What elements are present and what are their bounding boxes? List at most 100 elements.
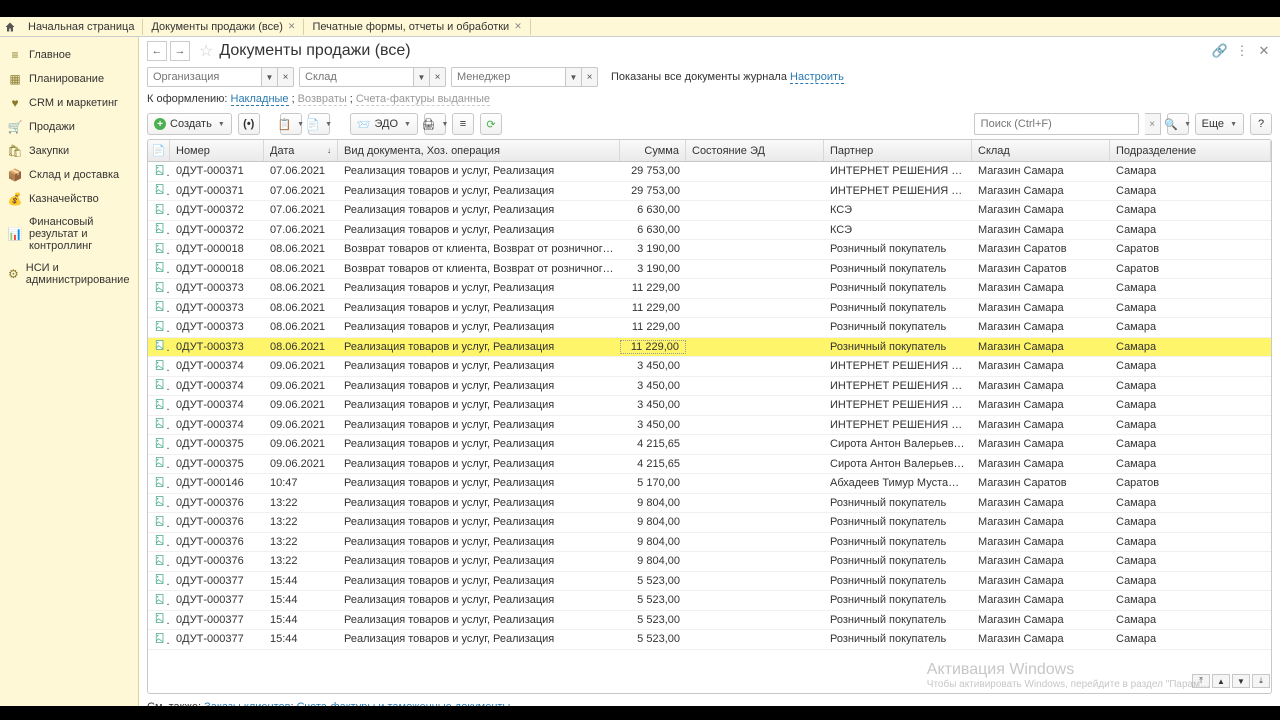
cell-doctype: Реализация товаров и услуг, Реализация xyxy=(338,302,620,314)
scroll-bottom-button[interactable]: ⤓ xyxy=(1252,674,1270,688)
tab-sales-docs[interactable]: Документы продажи (все)✕ xyxy=(143,19,304,35)
table-row[interactable]: 0ДУТ-000376 13:22 Реализация товаров и у… xyxy=(148,494,1271,514)
table-row[interactable]: 0ДУТ-000374 09.06.2021 Реализация товаро… xyxy=(148,357,1271,377)
returns-link[interactable]: Возвраты xyxy=(298,93,347,106)
organization-filter[interactable]: ▼ × xyxy=(147,67,294,87)
close-icon[interactable]: ✕ xyxy=(288,21,296,32)
table-row[interactable]: 0ДУТ-000371 07.06.2021 Реализация товаро… xyxy=(148,182,1271,202)
sidebar-item-4[interactable]: 🛍Закупки xyxy=(0,139,138,163)
table-row[interactable]: 0ДУТ-000373 08.06.2021 Реализация товаро… xyxy=(148,279,1271,299)
table-body[interactable]: 0ДУТ-000371 07.06.2021 Реализация товаро… xyxy=(148,162,1271,693)
row-icon xyxy=(148,437,170,452)
row-icon xyxy=(148,417,170,432)
column-date[interactable]: Дата↓ xyxy=(264,140,338,161)
table-header: 📄 Номер Дата↓ Вид документа, Хоз. операц… xyxy=(148,140,1271,162)
scroll-top-button[interactable]: ⤒ xyxy=(1192,674,1210,688)
clear-icon[interactable]: × xyxy=(278,67,294,87)
sidebar-item-2[interactable]: ♥CRM и маркетинг xyxy=(0,91,138,115)
clear-icon[interactable]: × xyxy=(582,67,598,87)
column-partner[interactable]: Партнер xyxy=(824,140,972,161)
row-icon xyxy=(148,495,170,510)
cell-number: 0ДУТ-000376 xyxy=(170,555,264,567)
sidebar-item-1[interactable]: ▦Планирование xyxy=(0,67,138,91)
sidebar-item-3[interactable]: 🛒Продажи xyxy=(0,115,138,139)
status-button[interactable]: (•) xyxy=(238,113,260,135)
table-row[interactable]: 0ДУТ-000376 13:22 Реализация товаров и у… xyxy=(148,513,1271,533)
table-row[interactable]: 0ДУТ-000374 09.06.2021 Реализация товаро… xyxy=(148,377,1271,397)
to-process-label: К оформлению: xyxy=(147,93,228,105)
cell-sum: 6 630,00 xyxy=(620,224,686,236)
table-row[interactable]: 0ДУТ-000375 09.06.2021 Реализация товаро… xyxy=(148,435,1271,455)
basis-button[interactable]: 📄▼ xyxy=(308,113,330,135)
column-doctype[interactable]: Вид документа, Хоз. операция xyxy=(338,140,620,161)
table-row[interactable]: 0ДУТ-000376 13:22 Реализация товаров и у… xyxy=(148,533,1271,553)
invoices-link[interactable]: Накладные xyxy=(231,93,289,106)
table-row[interactable]: 0ДУТ-000375 09.06.2021 Реализация товаро… xyxy=(148,455,1271,475)
tab-home[interactable]: Начальная страница xyxy=(20,19,143,35)
cell-date: 15:44 xyxy=(264,614,338,626)
sidebar-item-5[interactable]: 📦Склад и доставка xyxy=(0,163,138,187)
warehouse-filter[interactable]: ▼ × xyxy=(299,67,446,87)
print-button[interactable]: 🖨▼ xyxy=(424,113,446,135)
sidebar-item-6[interactable]: 💰Казначейство xyxy=(0,187,138,211)
cell-warehouse: Магазин Самара xyxy=(972,555,1110,567)
table-row[interactable]: 0ДУТ-000374 09.06.2021 Реализация товаро… xyxy=(148,396,1271,416)
cell-partner: Розничный покупатель xyxy=(824,243,972,255)
sidebar-item-0[interactable]: ≡Главное xyxy=(0,43,138,67)
column-sum[interactable]: Сумма xyxy=(620,140,686,161)
search-input[interactable] xyxy=(974,113,1139,135)
table-row[interactable]: 0ДУТ-000371 07.06.2021 Реализация товаро… xyxy=(148,162,1271,182)
chevron-down-icon[interactable]: ▼ xyxy=(262,67,278,87)
sidebar-item-7[interactable]: 📊Финансовый результат и контроллинг xyxy=(0,211,138,257)
table-row[interactable]: 0ДУТ-000373 08.06.2021 Реализация товаро… xyxy=(148,318,1271,338)
search-clear-icon[interactable]: × xyxy=(1145,113,1161,135)
edo-button[interactable]: 📨 ЭДО▼ xyxy=(350,113,418,135)
scroll-down-button[interactable]: ▼ xyxy=(1232,674,1250,688)
sidebar-item-8[interactable]: ⚙НСИ и администрирование xyxy=(0,257,138,291)
invoices-out-link[interactable]: Счета-фактуры выданные xyxy=(356,93,490,106)
table-row[interactable]: 0ДУТ-000018 08.06.2021 Возврат товаров о… xyxy=(148,260,1271,280)
table-row[interactable]: 0ДУТ-000373 08.06.2021 Реализация товаро… xyxy=(148,299,1271,319)
table-row[interactable]: 0ДУТ-000377 15:44 Реализация товаров и у… xyxy=(148,591,1271,611)
link-icon[interactable]: 🔗 xyxy=(1212,43,1228,59)
table-row[interactable]: 0ДУТ-000018 08.06.2021 Возврат товаров о… xyxy=(148,240,1271,260)
nav-back-button[interactable]: ← xyxy=(147,41,167,61)
column-icon[interactable]: 📄 xyxy=(148,140,170,161)
column-division[interactable]: Подразделение xyxy=(1110,140,1271,161)
more-vertical-icon[interactable]: ⋮ xyxy=(1234,43,1250,59)
create-button[interactable]: +Создать▼ xyxy=(147,113,232,135)
chevron-down-icon[interactable]: ▼ xyxy=(414,67,430,87)
warehouse-input[interactable] xyxy=(299,67,414,87)
table-row[interactable]: 0ДУТ-000377 15:44 Реализация товаров и у… xyxy=(148,611,1271,631)
help-button[interactable]: ? xyxy=(1250,113,1272,135)
organization-input[interactable] xyxy=(147,67,262,87)
table-row[interactable]: 0ДУТ-000377 15:44 Реализация товаров и у… xyxy=(148,572,1271,592)
more-button[interactable]: Еще▼ xyxy=(1195,113,1244,135)
search-button[interactable]: 🔍▼ xyxy=(1167,113,1189,135)
table-row[interactable]: 0ДУТ-000146 10:47 Реализация товаров и у… xyxy=(148,474,1271,494)
table-row[interactable]: 0ДУТ-000372 07.06.2021 Реализация товаро… xyxy=(148,221,1271,241)
report-button[interactable]: ≡ xyxy=(452,113,474,135)
table-row[interactable]: 0ДУТ-000376 13:22 Реализация товаров и у… xyxy=(148,552,1271,572)
close-icon[interactable]: ✕ xyxy=(1256,43,1272,59)
table-row[interactable]: 0ДУТ-000374 09.06.2021 Реализация товаро… xyxy=(148,416,1271,436)
scroll-up-button[interactable]: ▲ xyxy=(1212,674,1230,688)
table-row[interactable]: 0ДУТ-000377 15:44 Реализация товаров и у… xyxy=(148,630,1271,650)
column-number[interactable]: Номер xyxy=(170,140,264,161)
tab-print-forms[interactable]: Печатные формы, отчеты и обработки✕ xyxy=(304,19,530,35)
close-icon[interactable]: ✕ xyxy=(514,21,522,32)
nav-forward-button[interactable]: → xyxy=(170,41,190,61)
favorite-icon[interactable]: ☆ xyxy=(199,41,213,61)
clear-icon[interactable]: × xyxy=(430,67,446,87)
chevron-down-icon[interactable]: ▼ xyxy=(566,67,582,87)
copy-button[interactable]: 📋▼ xyxy=(280,113,302,135)
column-ed-status[interactable]: Состояние ЭД xyxy=(686,140,824,161)
configure-link[interactable]: Настроить xyxy=(790,71,844,84)
column-warehouse[interactable]: Склад xyxy=(972,140,1110,161)
manager-input[interactable] xyxy=(451,67,566,87)
table-row[interactable]: 0ДУТ-000372 07.06.2021 Реализация товаро… xyxy=(148,201,1271,221)
table-row[interactable]: 0ДУТ-000373 08.06.2021 Реализация товаро… xyxy=(148,338,1271,358)
refresh-button[interactable]: ⟳ xyxy=(480,113,502,135)
manager-filter[interactable]: ▼ × xyxy=(451,67,598,87)
cell-warehouse: Магазин Самара xyxy=(972,614,1110,626)
